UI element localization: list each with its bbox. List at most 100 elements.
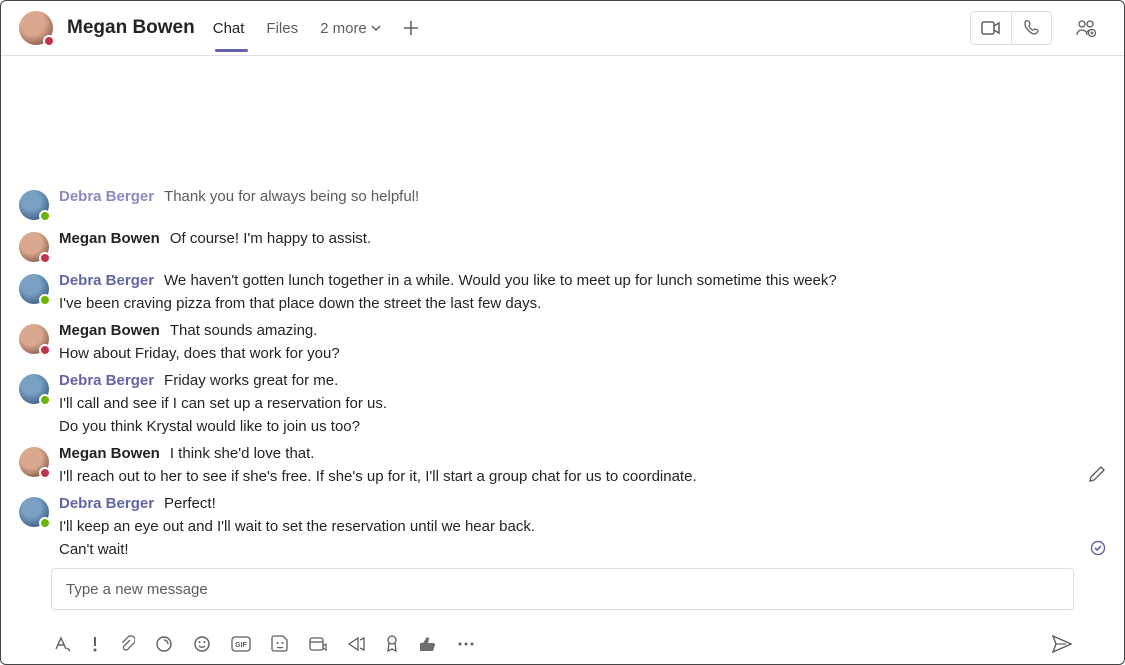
message-text: Do you think Krystal would like to join … (59, 418, 1106, 435)
message-text: Friday works great for me. (164, 372, 338, 389)
message-avatar[interactable] (19, 324, 49, 354)
video-icon (981, 21, 1001, 35)
message-text: Thank you for always being so helpful! (164, 188, 419, 205)
message-text: I'll call and see if I can set up a rese… (59, 395, 1106, 412)
attach-button[interactable] (119, 635, 135, 653)
message-avatar[interactable] (19, 374, 49, 404)
message[interactable]: Megan Bowen Of course! I'm happy to assis… (19, 230, 1106, 262)
header-left: Megan Bowen Chat Files 2 more (19, 11, 970, 45)
presence-available-icon (39, 394, 51, 406)
send-icon (1052, 635, 1072, 653)
message-list: Debra Berger Thank you for always being s… (19, 178, 1106, 558)
sender-name[interactable]: Debra Berger (59, 272, 154, 289)
praise-icon (419, 636, 437, 652)
sender-name[interactable]: Debra Berger (59, 188, 154, 205)
more-actions-button[interactable] (457, 641, 475, 647)
chat-header: Megan Bowen Chat Files 2 more (1, 1, 1124, 56)
tab-more[interactable]: 2 more (320, 20, 381, 37)
message[interactable]: Megan BowenThat sounds amazing. How about… (19, 322, 1106, 362)
praise-button[interactable] (419, 636, 437, 652)
message-avatar[interactable] (19, 274, 49, 304)
message-header: Debra Berger Perfect! (59, 495, 1106, 512)
presence-busy-icon (39, 252, 51, 264)
video-call-button[interactable] (971, 12, 1011, 44)
seen-icon (1090, 540, 1106, 556)
message-header: Megan BowenThat sounds amazing. (59, 322, 1106, 339)
message-content: Megan Bowen Of course! I'm happy to assis… (59, 230, 1106, 262)
sticker-button[interactable] (271, 635, 289, 653)
sender-name[interactable]: Debra Berger (59, 495, 154, 512)
message-header: Megan Bowen Of course! I'm happy to assis… (59, 230, 1106, 247)
plus-icon (403, 20, 419, 36)
message-text: I've been craving pizza from that place … (59, 295, 1106, 312)
schedule-button[interactable] (309, 636, 327, 652)
phone-icon (1024, 20, 1040, 36)
audio-call-button[interactable] (1011, 12, 1051, 44)
tab-chat[interactable]: Chat (213, 20, 245, 37)
message-content: Debra Berger Perfect! I'll keep an eye out… (59, 495, 1106, 558)
sender-name[interactable]: Megan Bowen (59, 322, 160, 339)
sender-name[interactable]: Megan Bowen (59, 230, 160, 247)
pencil-icon (1088, 465, 1106, 483)
message-content: Megan BowenThat sounds amazing. How about… (59, 322, 1106, 362)
header-right (970, 11, 1106, 45)
send-button[interactable] (1052, 635, 1072, 653)
message-content: Debra Berger Friday works great for me. I'… (59, 372, 1106, 435)
read-receipt-icon (1090, 540, 1106, 556)
message-text: Of course! I'm happy to assist. (170, 230, 371, 247)
presence-busy-icon (43, 35, 55, 47)
header-avatar[interactable] (19, 11, 53, 45)
message[interactable]: Debra Berger Thank you for always being s… (19, 188, 1106, 220)
compose-toolbar: GIF (1, 624, 1124, 664)
tab-list: Chat Files 2 more (213, 20, 419, 37)
people-button[interactable] (1066, 12, 1106, 44)
stream-button[interactable] (347, 636, 365, 652)
message-header: Debra BergerWe haven't gotten lunch toge… (59, 272, 1106, 289)
message[interactable]: Debra BergerWe haven't gotten lunch toge… (19, 272, 1106, 312)
attach-icon (119, 635, 135, 653)
message-text: Can't wait! (59, 541, 1106, 558)
message-input[interactable]: Type a new message (51, 568, 1074, 610)
message-text: Perfect! (164, 495, 216, 512)
message[interactable]: Debra Berger Friday works great for me. I'… (19, 372, 1106, 435)
message-pane[interactable]: Debra Berger Thank you for always being s… (1, 56, 1124, 558)
message[interactable]: Debra Berger Perfect! I'll keep an eye out… (19, 495, 1106, 558)
message-header: Debra Berger Thank you for always being s… (59, 188, 1106, 205)
tab-files[interactable]: Files (266, 20, 298, 37)
svg-text:GIF: GIF (235, 642, 247, 649)
message-text: I'll reach out to her to see if she's fr… (59, 468, 1106, 485)
presence-busy-icon (39, 344, 51, 356)
message-placeholder: Type a new message (66, 581, 208, 598)
chat-title: Megan Bowen (67, 17, 195, 39)
message-avatar[interactable] (19, 232, 49, 262)
presence-available-icon (39, 294, 51, 306)
emoji-icon (193, 635, 211, 653)
message[interactable]: Megan BowenI think she'd love that. I'll … (19, 445, 1106, 485)
add-tab-button[interactable] (403, 20, 419, 36)
exclaim-icon (91, 636, 99, 652)
message-avatar[interactable] (19, 190, 49, 220)
sender-name[interactable]: Megan Bowen (59, 445, 160, 462)
message-text: I'll keep an eye out and I'll wait to se… (59, 518, 1106, 535)
approvals-button[interactable] (385, 635, 399, 653)
gif-button[interactable]: GIF (231, 636, 251, 652)
people-icon (1076, 19, 1096, 37)
message-header: Megan BowenI think she'd love that. (59, 445, 1106, 462)
stream-icon (347, 636, 365, 652)
message-content: Debra BergerWe haven't gotten lunch toge… (59, 272, 1106, 312)
approvals-icon (385, 635, 399, 653)
message-header: Debra Berger Friday works great for me. (59, 372, 1106, 389)
sender-name[interactable]: Debra Berger (59, 372, 154, 389)
format-button[interactable] (53, 636, 71, 652)
gif-icon: GIF (231, 636, 251, 652)
message-content: Debra Berger Thank you for always being s… (59, 188, 1106, 220)
sticker-icon (271, 635, 289, 653)
emoji-button[interactable] (193, 635, 211, 653)
edit-message-button[interactable] (1088, 465, 1106, 483)
priority-button[interactable] (91, 636, 99, 652)
loop-button[interactable] (155, 635, 173, 653)
format-icon (53, 636, 71, 652)
message-avatar[interactable] (19, 497, 49, 527)
message-avatar[interactable] (19, 447, 49, 477)
message-text: How about Friday, does that work for you… (59, 345, 1106, 362)
